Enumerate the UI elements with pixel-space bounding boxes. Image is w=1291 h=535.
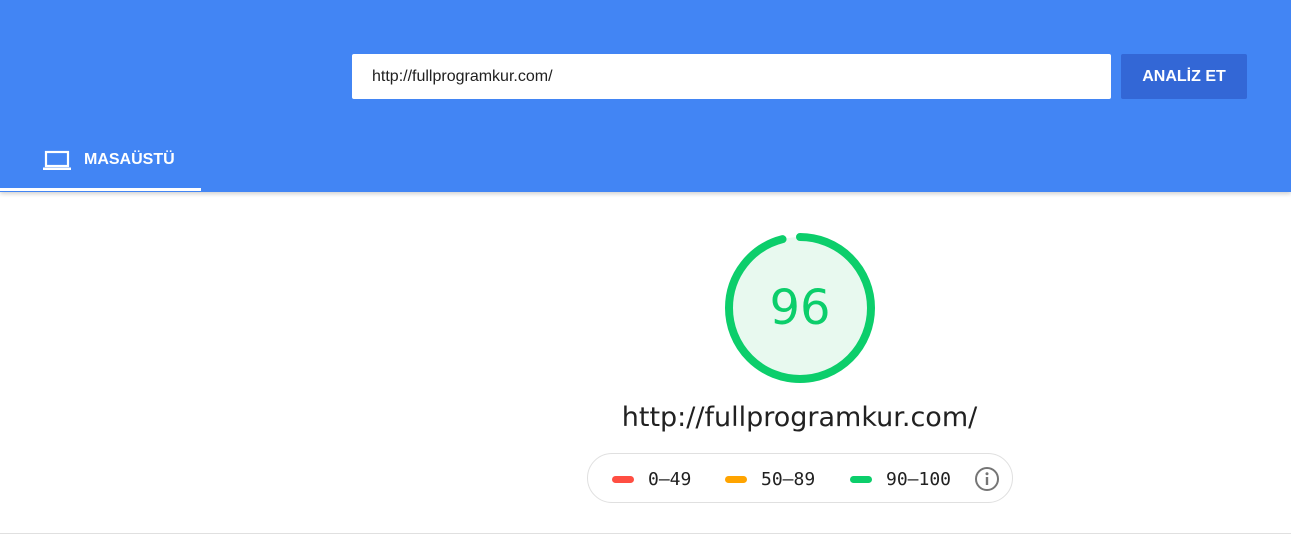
bottom-divider	[0, 533, 1291, 534]
url-input[interactable]	[352, 54, 1111, 99]
tab-desktop[interactable]: MASAÜSTÜ	[0, 133, 210, 191]
info-icon[interactable]	[974, 466, 1000, 492]
analyzed-url: http://fullprogramkur.com/	[621, 402, 978, 433]
legend-swatch-fail	[612, 475, 634, 483]
legend-label-fail: 0–49	[648, 468, 692, 490]
active-tab-indicator	[0, 188, 201, 191]
legend-label-average: 50–89	[761, 468, 816, 490]
analyze-button[interactable]: ANALİZ ET	[1121, 54, 1247, 99]
legend-item-fail: 0–49	[612, 454, 691, 504]
tab-desktop-label: MASAÜSTÜ	[84, 151, 175, 168]
laptop-icon	[42, 149, 72, 171]
score-legend: 0–49 50–89 90–100	[587, 453, 1013, 503]
header-bar: ANALİZ ET MASAÜSTÜ	[0, 0, 1291, 192]
legend-item-pass: 90–100	[850, 454, 951, 504]
legend-item-average: 50–89	[725, 454, 815, 504]
legend-label-pass: 90–100	[886, 468, 952, 490]
legend-swatch-pass	[850, 475, 872, 483]
legend-swatch-average	[725, 475, 747, 483]
performance-score: 96	[769, 280, 831, 336]
